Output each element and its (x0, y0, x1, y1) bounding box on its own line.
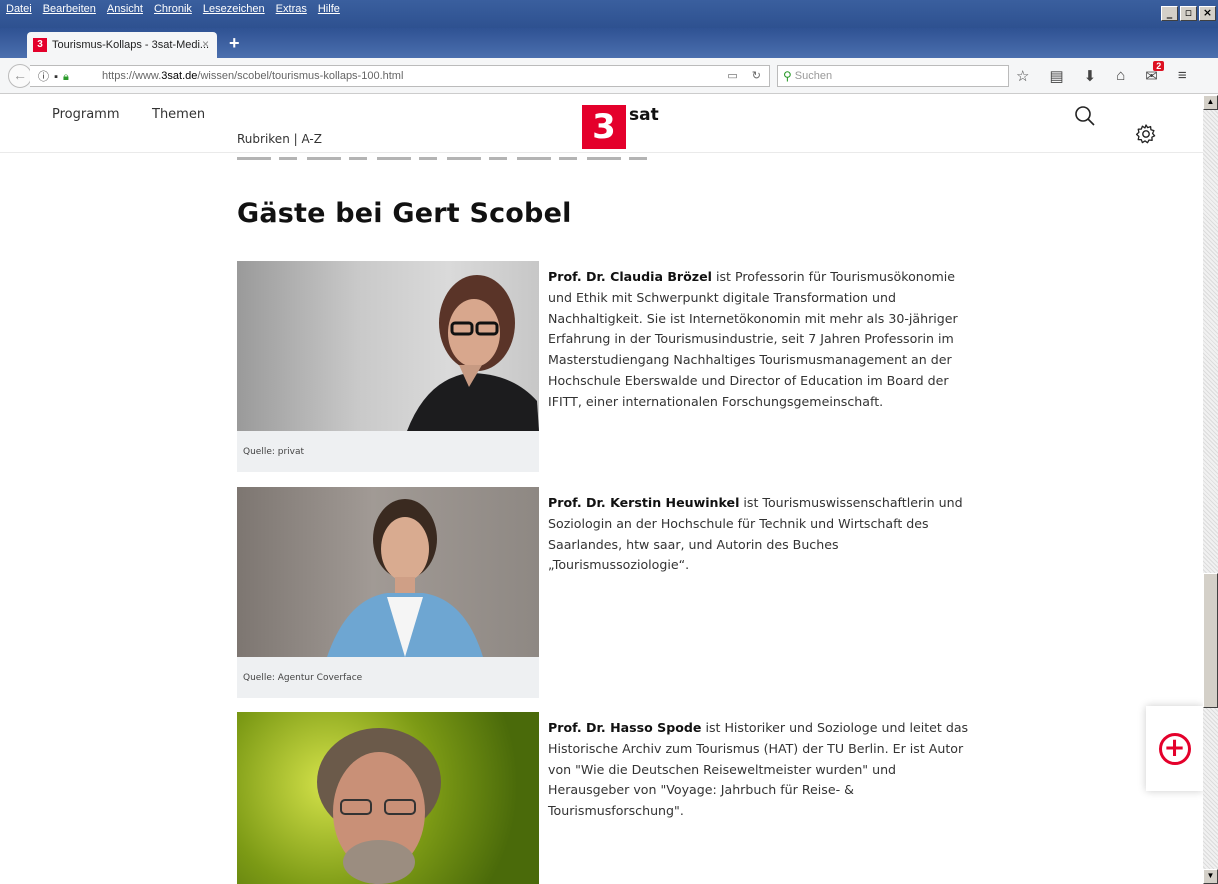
guest-name: Prof. Dr. Claudia Brözel (548, 269, 712, 284)
menu-extras[interactable]: Extras (276, 3, 307, 15)
guest-bio: Prof. Dr. Hasso Spode ist Historiker und… (548, 718, 978, 822)
toolbar-icons: ☆ ▤ ⬇ ⌂ ✉ 2 ≡ (1016, 61, 1187, 85)
navigation-toolbar: ← ⓘ ▪ 🔒︎ https://www.3sat.de/wissen/scob… (0, 58, 1218, 94)
search-input[interactable]: ⚲ Suchen (777, 65, 1009, 87)
site-logo[interactable]: 3 sat (582, 105, 659, 149)
minimize-button[interactable]: _ (1161, 6, 1178, 21)
restore-button[interactable]: ▫ (1180, 6, 1197, 21)
gear-icon[interactable] (1135, 123, 1157, 145)
menu-items: Datei Bearbeiten Ansicht Chronik Lesezei… (6, 3, 340, 15)
bookmark-star-icon[interactable]: ☆ (1016, 67, 1029, 85)
portrait-illustration (317, 728, 441, 884)
site-header: Programm Themen Rubriken | A-Z 3 sat (0, 95, 1203, 153)
browser-tab-active[interactable]: 3 Tourismus-Kollaps - 3sat-Medi... × (27, 32, 217, 58)
guest-bio: Prof. Dr. Kerstin Heuwinkel ist Tourismu… (548, 493, 978, 576)
reading-list-icon[interactable]: ▤ (1049, 67, 1063, 85)
guest-name: Prof. Dr. Hasso Spode (548, 720, 702, 735)
search-engine-icon: ⚲ (783, 69, 792, 83)
guest-photo-card: Quelle: Agentur Coverface (237, 487, 539, 698)
tab-close-icon[interactable]: × (202, 37, 209, 51)
page-scrollbar[interactable]: ▲ ▼ (1203, 95, 1218, 884)
window-controls: _ ▫ × (1161, 6, 1216, 21)
menu-chronik[interactable]: Chronik (154, 3, 192, 15)
reader-view-icon[interactable]: ▭ (727, 69, 737, 82)
tab-bar: 3 Tourismus-Kollaps - 3sat-Medi... × + (0, 28, 1218, 58)
back-button[interactable]: ← (8, 64, 32, 88)
scroll-thumb[interactable] (1203, 573, 1218, 708)
search-placeholder: Suchen (794, 70, 833, 82)
nav-programm[interactable]: Programm (52, 107, 120, 122)
plus-circle-icon: + (1158, 732, 1191, 765)
guest-photo[interactable] (237, 487, 539, 657)
guest-name: Prof. Dr. Kerstin Heuwinkel (548, 495, 740, 510)
info-icon: ⓘ (38, 71, 50, 83)
address-bar-actions: ▭ ↻ (727, 69, 761, 82)
menu-ansicht[interactable]: Ansicht (107, 3, 143, 15)
favicon-3sat-icon: 3 (33, 38, 47, 52)
menu-datei[interactable]: Datei (6, 3, 32, 15)
close-window-button[interactable]: × (1199, 6, 1216, 21)
guest-photo[interactable] (237, 261, 539, 431)
guest-photo-card (237, 712, 539, 884)
photo-caption: Quelle: Agentur Coverface (243, 673, 363, 683)
logo-text: sat (629, 105, 659, 125)
logo-mark: 3 (582, 105, 626, 149)
site-identity-icons[interactable]: ⓘ ▪ 🔒︎ (38, 68, 96, 84)
address-bar[interactable]: ⓘ ▪ 🔒︎ https://www.3sat.de/wissen/scobel… (30, 65, 770, 87)
portrait-illustration (327, 499, 483, 657)
new-tab-button[interactable]: + (229, 33, 240, 54)
page-viewport: Programm Themen Rubriken | A-Z 3 sat Gäs… (0, 95, 1203, 884)
notification-badge: 2 (1153, 61, 1165, 71)
tab-title: Tourismus-Kollaps - 3sat-Medi... (52, 39, 210, 51)
scroll-up-arrow-icon[interactable]: ▲ (1203, 95, 1218, 110)
guest-bio: Prof. Dr. Claudia Brözel ist Professorin… (548, 267, 978, 413)
menu-bar: Datei Bearbeiten Ansicht Chronik Lesezei… (0, 0, 1218, 28)
floating-add-button[interactable]: + (1146, 706, 1203, 791)
portrait-illustration (407, 275, 539, 431)
menu-bearbeiten[interactable]: Bearbeiten (43, 3, 96, 15)
hamburger-menu-icon[interactable]: ≡ (1178, 67, 1187, 85)
back-arrow-icon: ← (13, 67, 27, 83)
menu-lesezeichen[interactable]: Lesezeichen (203, 3, 265, 15)
notification-icon[interactable]: ✉ 2 (1145, 61, 1165, 85)
home-icon[interactable]: ⌂ (1116, 67, 1125, 85)
search-icon[interactable] (1074, 105, 1096, 127)
nav-rubriken[interactable]: Rubriken | A-Z (237, 132, 322, 146)
reload-icon[interactable]: ↻ (752, 69, 761, 82)
permissions-icon: ▪ (54, 71, 59, 83)
guest-photo[interactable] (237, 712, 539, 884)
url-text: https://www.3sat.de/wissen/scobel/touris… (102, 70, 404, 82)
menu-hilfe[interactable]: Hilfe (318, 3, 340, 15)
download-icon[interactable]: ⬇ (1084, 67, 1097, 85)
lock-icon: 🔒︎ (63, 71, 70, 83)
guest-photo-card: Quelle: privat (237, 261, 539, 472)
guest-bio-text: ist Professorin für Tourismusökonomie un… (548, 269, 958, 409)
photo-caption: Quelle: privat (243, 447, 305, 457)
scroll-down-arrow-icon[interactable]: ▼ (1203, 869, 1218, 884)
section-heading: Gäste bei Gert Scobel (237, 198, 572, 229)
nav-themen[interactable]: Themen (152, 107, 205, 122)
